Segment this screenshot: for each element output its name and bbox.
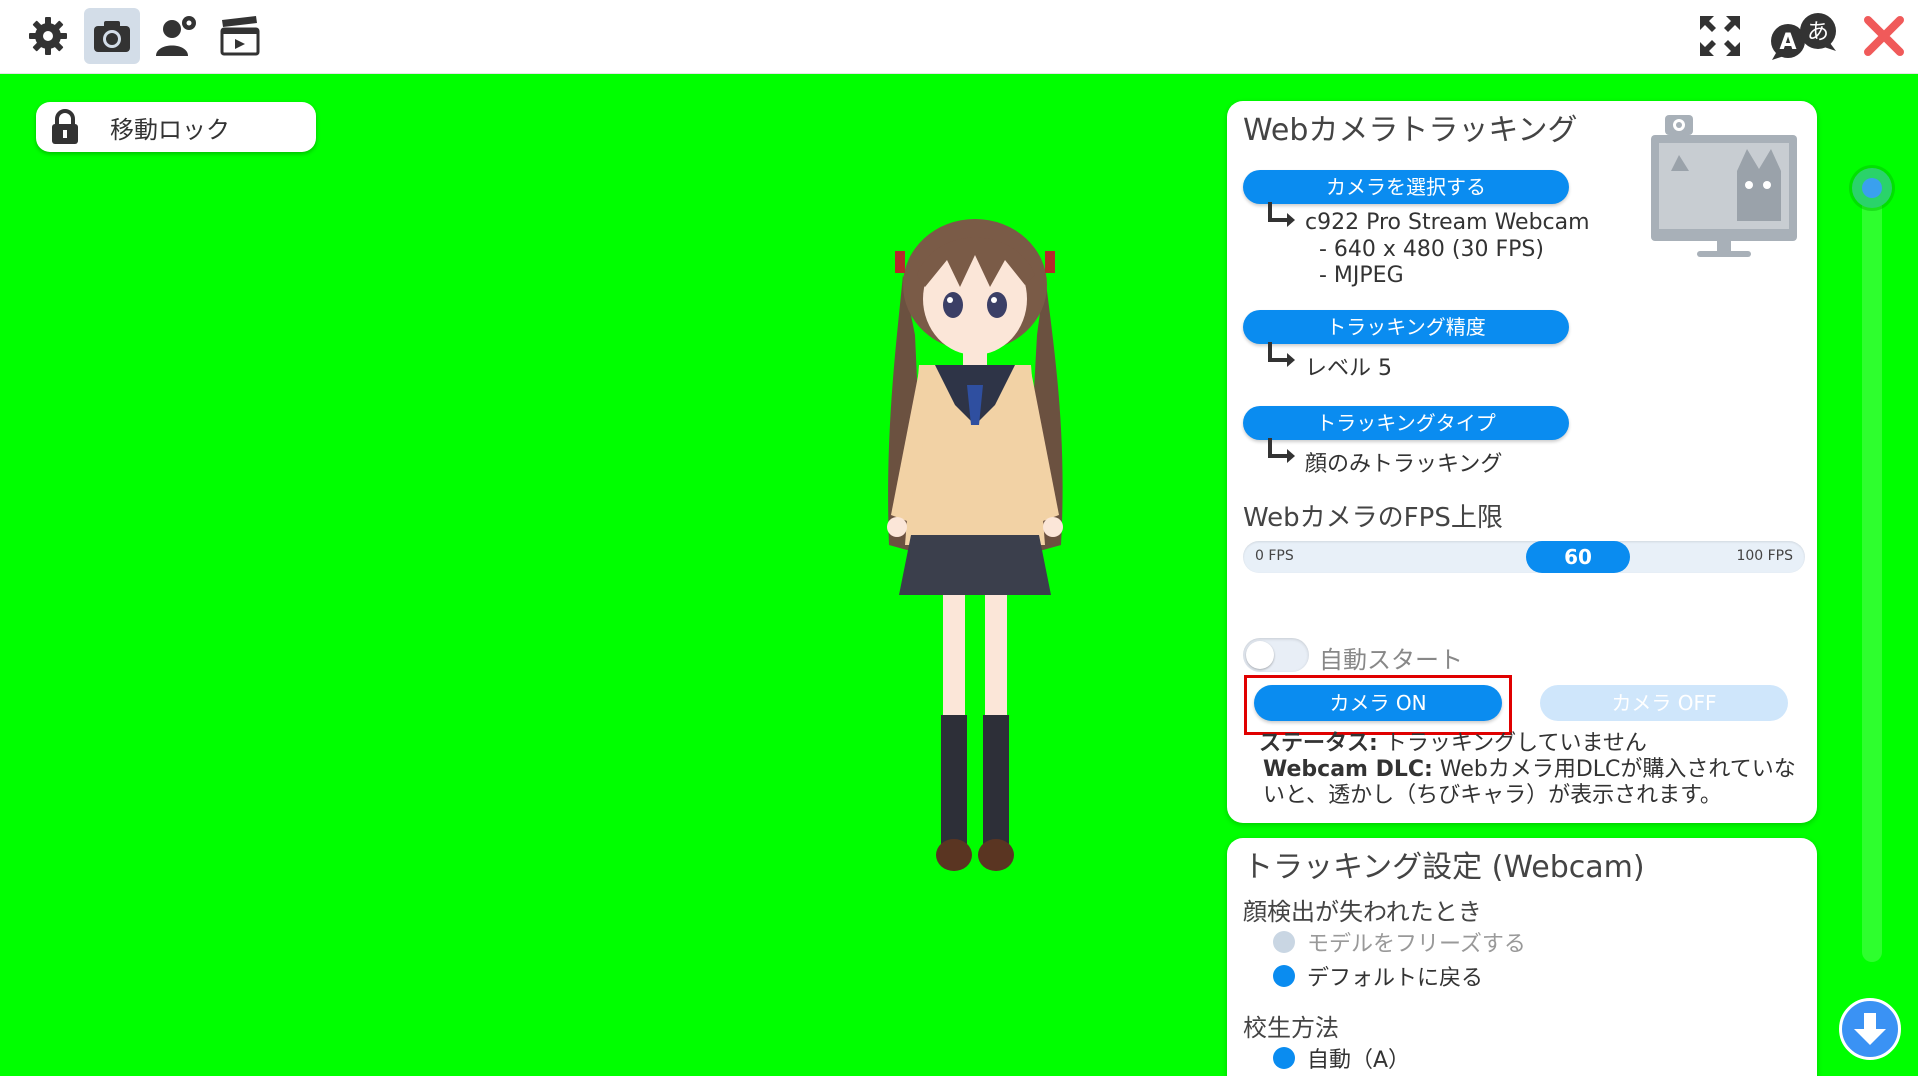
fps-slider[interactable]: 0 FPS 100 FPS 60 bbox=[1243, 541, 1805, 573]
camera-tab-button[interactable] bbox=[84, 8, 140, 64]
svg-text:A: A bbox=[1779, 30, 1796, 55]
tracking-type-button[interactable]: トラッキングタイプ bbox=[1243, 406, 1569, 440]
close-icon bbox=[1864, 16, 1904, 56]
tracking-settings-panel: トラッキング設定 (Webcam) 顔検出が失われたとき モデルをフリーズする … bbox=[1227, 838, 1817, 1076]
close-button[interactable] bbox=[1856, 8, 1912, 64]
camera-format: - MJPEG bbox=[1319, 263, 1404, 288]
status-value: トラッキングしていません bbox=[1384, 731, 1647, 756]
sub-arrow-icon bbox=[1268, 202, 1295, 227]
avatar-settings-button[interactable] bbox=[148, 8, 204, 64]
auto-start-toggle[interactable] bbox=[1243, 638, 1309, 672]
lock-icon bbox=[52, 109, 78, 144]
camera-resolution: - 640 x 480 (30 FPS) bbox=[1319, 237, 1544, 262]
scrollbar-thumb[interactable] bbox=[1852, 168, 1892, 208]
top-toolbar: A あ bbox=[0, 0, 1918, 74]
fullscreen-button[interactable] bbox=[1692, 8, 1748, 64]
radio-label: デフォルトに戻る bbox=[1307, 966, 1484, 991]
radio-button bbox=[1273, 931, 1295, 953]
tracking-accuracy-value: レベル 5 bbox=[1305, 356, 1392, 381]
move-lock-label: 移動ロック bbox=[110, 115, 230, 144]
fps-slider-handle[interactable]: 60 bbox=[1526, 541, 1630, 573]
fps-limit-title: WebカメラのFPS上限 bbox=[1243, 503, 1503, 533]
sub-arrow-icon bbox=[1268, 342, 1295, 367]
svg-text:あ: あ bbox=[1807, 20, 1829, 45]
tracking-type-value: 顔のみトラッキング bbox=[1305, 452, 1503, 477]
highlight-box bbox=[1244, 675, 1512, 735]
radio-button bbox=[1273, 1047, 1295, 1069]
status-area: ステータス: トラッキングしていません Webcam DLC: Webカメラ用D… bbox=[1259, 731, 1799, 809]
camera-icon bbox=[94, 21, 130, 52]
settings-button[interactable] bbox=[20, 8, 76, 64]
radio-auto-calibration[interactable]: 自動（A） bbox=[1273, 1042, 1410, 1074]
radio-return-default[interactable]: デフォルトに戻る bbox=[1273, 960, 1483, 992]
toggle-knob bbox=[1246, 641, 1274, 669]
gear-icon bbox=[29, 17, 67, 55]
select-camera-button[interactable]: カメラを選択する bbox=[1243, 170, 1569, 204]
panel-title: トラッキング設定 (Webcam) bbox=[1243, 850, 1645, 885]
avatar-character bbox=[887, 219, 1063, 871]
fullscreen-icon bbox=[1700, 16, 1740, 56]
radio-label: モデルをフリーズする bbox=[1307, 932, 1526, 957]
scroll-down-button[interactable] bbox=[1839, 998, 1901, 1060]
radio-label: 自動（A） bbox=[1307, 1048, 1411, 1073]
calibration-label: 校生方法 bbox=[1243, 1014, 1339, 1042]
user-settings-icon bbox=[156, 16, 196, 56]
scrollbar-track[interactable] bbox=[1862, 186, 1882, 962]
language-icon: A あ bbox=[1771, 13, 1836, 60]
camera-name: c922 Pro Stream Webcam bbox=[1305, 210, 1590, 235]
dlc-key: Webcam DLC: bbox=[1263, 757, 1433, 782]
arrow-down-icon bbox=[1854, 1013, 1886, 1045]
clapperboard-icon bbox=[220, 16, 260, 56]
scene-button[interactable] bbox=[212, 8, 268, 64]
panel-title: Webカメラトラッキング bbox=[1243, 113, 1578, 148]
fps-max-label: 100 FPS bbox=[1736, 548, 1793, 564]
auto-start-label: 自動スタート bbox=[1319, 646, 1463, 674]
camera-off-button[interactable]: カメラ OFF bbox=[1540, 685, 1788, 721]
language-button[interactable]: A あ bbox=[1768, 8, 1842, 64]
face-lost-label: 顔検出が失われたとき bbox=[1243, 898, 1482, 926]
tracking-accuracy-button[interactable]: トラッキング精度 bbox=[1243, 310, 1569, 344]
move-lock-button[interactable]: 移動ロック bbox=[36, 102, 316, 152]
sub-arrow-icon bbox=[1268, 438, 1295, 463]
status-key: ステータス: bbox=[1259, 731, 1378, 756]
webcam-tracking-panel: Webカメラトラッキング カメラを選択する c922 Pro Stream We… bbox=[1227, 101, 1817, 823]
scrollbar-thumb-inner bbox=[1862, 178, 1882, 198]
radio-freeze-model[interactable]: モデルをフリーズする bbox=[1273, 926, 1526, 958]
webcam-monitor-icon bbox=[1651, 115, 1797, 257]
fps-min-label: 0 FPS bbox=[1255, 548, 1294, 564]
radio-button bbox=[1273, 965, 1295, 987]
